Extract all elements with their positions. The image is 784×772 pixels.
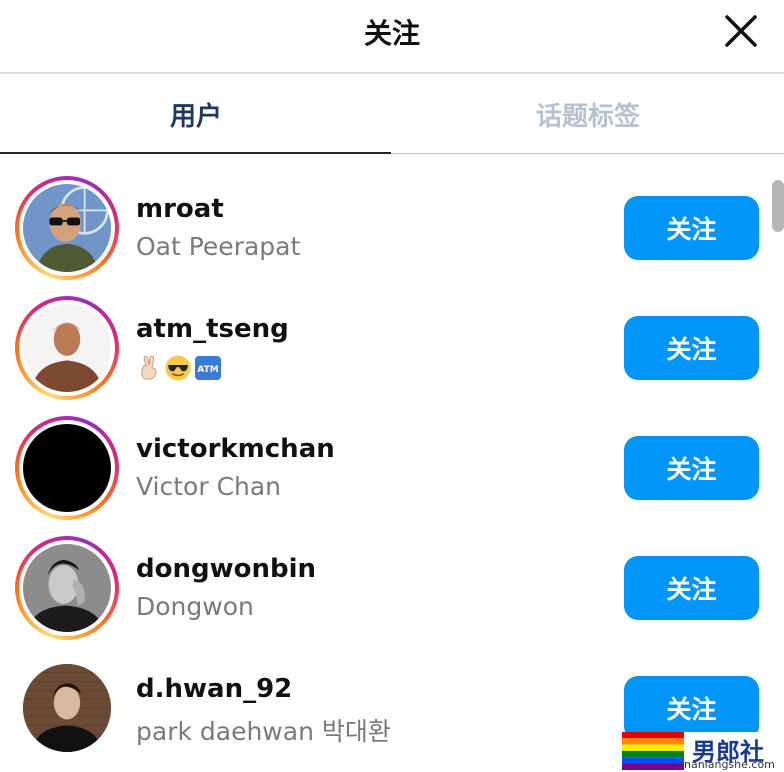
user-row: dongwonbin Dongwon 关注 [0, 514, 770, 640]
full-name: Oat Peerapat [136, 232, 301, 261]
rainbow-flag-icon [622, 732, 684, 770]
close-icon [725, 15, 757, 47]
follow-button[interactable]: 关注 [624, 436, 759, 500]
username[interactable]: d.hwan_92 [136, 674, 292, 704]
full-name: Dongwon [136, 592, 254, 621]
full-name: Victor Chan [136, 472, 282, 501]
avatar [23, 664, 111, 752]
follow-button[interactable]: 关注 [624, 196, 759, 260]
story-ring[interactable] [15, 176, 119, 280]
user-list: mroat Oat Peerapat 关注 atm_tseng ATM 关注 v… [0, 154, 784, 772]
watermark-url: nanlangshe.com [684, 758, 775, 771]
scrollbar[interactable] [772, 180, 784, 772]
follow-button[interactable]: 关注 [624, 316, 759, 380]
tab-users-label: 用户 [169, 101, 222, 132]
victory-hand-icon [141, 355, 157, 380]
user-row: atm_tseng ATM 关注 [0, 274, 770, 400]
dialog-header: 关注 [0, 0, 784, 74]
watermark: 男郎社 nanlangshe.com [622, 732, 778, 772]
sunglasses-face-icon [165, 355, 191, 381]
atm-sign-icon: ATM [195, 356, 221, 380]
avatar-frame[interactable] [15, 656, 119, 760]
user-row: mroat Oat Peerapat 关注 [0, 154, 770, 280]
story-ring[interactable] [15, 296, 119, 400]
tab-users[interactable]: 用户 [0, 74, 392, 154]
tab-hashtags[interactable]: 话题标签 [392, 74, 784, 154]
story-ring[interactable] [15, 416, 119, 520]
following-dialog: 关注 用户 话题标签 mroat Oat Peerapat 关注 atm_tse… [0, 0, 784, 772]
user-row: victorkmchan Victor Chan 关注 [0, 394, 770, 520]
tab-bar: 用户 话题标签 [0, 74, 784, 154]
dialog-title: 关注 [363, 17, 420, 50]
username[interactable]: dongwonbin [136, 554, 316, 584]
story-ring[interactable] [15, 536, 119, 640]
username[interactable]: victorkmchan [136, 434, 335, 464]
scroll-thumb[interactable] [772, 180, 784, 232]
follow-button[interactable]: 关注 [624, 676, 759, 740]
tab-hashtags-label: 话题标签 [535, 101, 640, 132]
username[interactable]: mroat [136, 194, 224, 224]
avatar [23, 544, 111, 632]
close-button[interactable] [722, 12, 760, 50]
full-name: park daehwan 박대환 [136, 717, 391, 746]
avatar [23, 304, 111, 392]
avatar [23, 424, 111, 512]
follow-button[interactable]: 关注 [624, 556, 759, 620]
username[interactable]: atm_tseng [136, 314, 289, 344]
svg-text:ATM: ATM [197, 365, 218, 375]
avatar [23, 184, 111, 272]
bio-emojis: ATM [136, 352, 224, 382]
